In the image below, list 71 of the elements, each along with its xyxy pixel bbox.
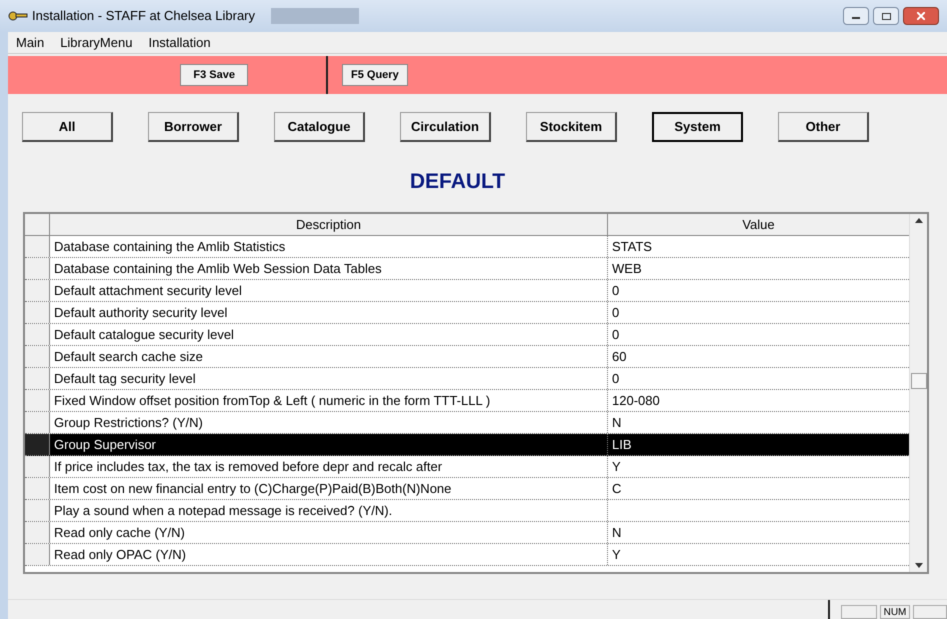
table-cell-text: Y [611,546,622,564]
table-cell: Default search cache size [50,346,608,366]
category-button[interactable]: System [652,112,743,142]
table-cell-text: WEB [611,260,643,278]
table-cell: Group Restrictions? (Y/N) [50,412,608,432]
table-cell-text: N [611,524,622,542]
close-icon [917,12,925,20]
maximize-button[interactable] [873,7,899,25]
status-panel [841,605,877,619]
table-row[interactable]: Database containing the Amlib Web Session Data Tables WEB [25,258,909,280]
table-cell: If price includes tax, the tax is removed before depr and recalc after [50,456,608,476]
window-title: Installation - STAFF at Chelsea Library [32,7,256,26]
table-cell-text: N [611,414,622,432]
table-cell: Item cost on new financial entry to (C)Charge(P)Paid(B)Both(N)None [50,478,608,498]
scrollbar[interactable] [909,214,927,572]
table-row[interactable]: Default search cache size 60 [25,346,909,368]
table-cell-text: LIB [611,436,633,454]
menu-item[interactable]: LibraryMenu [60,32,132,52]
table-row[interactable]: If price includes tax, the tax is removed before depr and recalc after Y [25,456,909,478]
table-cell: Play a sound when a notepad message is received? (Y/N). [50,500,608,520]
table-cell-text: STATS [611,238,653,256]
table-row[interactable]: Fixed Window offset position fromTop & Left ( numeric in the form TTT-LLL ) 120-080 [25,390,909,412]
table-row[interactable]: Read only OPAC (Y/N) Y [25,544,909,566]
table-cell-text: 0 [611,282,620,300]
category-button[interactable]: Stockitem [526,112,617,142]
table-cell: Group Supervisor [50,434,608,454]
status-panel [913,605,947,619]
table-row[interactable]: Default tag security level 0 [25,368,909,390]
scroll-up-icon[interactable] [914,218,922,222]
category-button[interactable]: All [22,112,113,142]
table-cell-text: 0 [611,370,620,388]
table-cell: Database containing the Amlib Statistics [50,236,608,256]
table-row[interactable]: Default catalogue security level 0 [25,324,909,346]
scroll-down-icon[interactable] [914,562,922,568]
keys-icon [8,9,28,23]
table-cell-text: 0 [611,304,620,322]
table-cell: Default attachment security level [50,280,608,300]
table-cell: Default authority security level [50,302,608,322]
table-cell: Read only OPAC (Y/N) [50,544,608,564]
table-row[interactable]: Read only cache (Y/N) N [25,522,909,544]
column-header[interactable]: Value [608,214,909,234]
menu-item[interactable]: Main [16,32,44,52]
category-button[interactable]: Catalogue [274,112,365,142]
close-button[interactable] [903,7,939,25]
column-header[interactable]: Description [50,214,608,234]
table-cell: Default tag security level [50,368,608,388]
table-row[interactable]: Play a sound when a notepad message is received? (Y/N). [25,500,909,522]
section-heading: DEFAULT [410,169,506,195]
menu-item[interactable]: Installation [148,32,211,52]
table-row[interactable]: Default attachment security level 0 [25,280,909,302]
table-row[interactable]: Group Supervisor LIB [25,434,909,456]
toolbar-button[interactable]: F3 Save [180,64,248,86]
table-cell-text: C [611,480,622,498]
table-cell: Fixed Window offset position fromTop & Left ( numeric in the form TTT-LLL ) [50,390,608,410]
table-cell: Database containing the Amlib Web Session Data Tables [50,258,608,278]
status-indicator: NUM [880,605,910,619]
category-button[interactable]: Borrower [148,112,239,142]
table-cell: Read only cache (Y/N) [50,522,608,542]
table-cell: Default catalogue security level [50,324,608,344]
table-cell-text: 120-080 [611,392,661,410]
table-row[interactable]: Default authority security level 0 [25,302,909,324]
table-row[interactable]: Item cost on new financial entry to (C)Charge(P)Paid(B)Both(N)None C [25,478,909,500]
scroll-thumb[interactable] [910,372,926,388]
category-button[interactable]: Other [778,112,869,142]
table-cell-text: 0 [611,326,620,344]
table-cell-text: Y [611,458,622,476]
minimize-button[interactable] [843,7,869,25]
category-button[interactable]: Circulation [400,112,491,142]
toolbar-button[interactable]: F5 Query [342,64,408,86]
table-cell-text: 60 [611,348,628,366]
table-row[interactable]: Database containing the Amlib Statistics STATS [25,236,909,258]
